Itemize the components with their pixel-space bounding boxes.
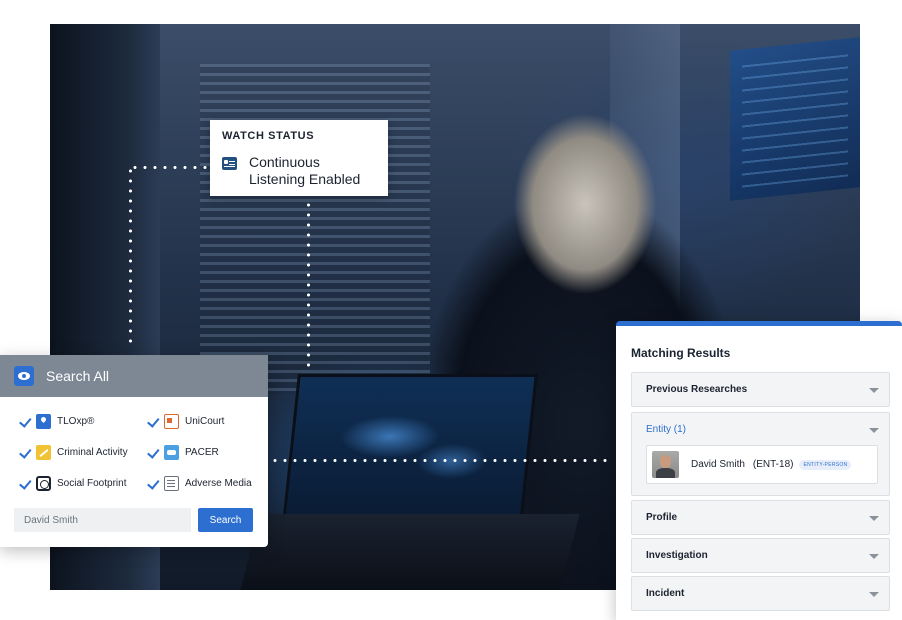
check-icon [146, 416, 159, 426]
accordion-incident[interactable]: Incident [631, 576, 890, 611]
source-label: UniCourt [185, 415, 225, 427]
watch-status-text: Continuous Listening Enabled [249, 154, 361, 187]
document-icon [164, 475, 179, 491]
accordion-label: Investigation [646, 550, 708, 561]
chevron-down-icon[interactable] [869, 592, 879, 597]
check-icon [146, 478, 159, 488]
accordion-label: Profile [646, 512, 678, 523]
connector-left-vertical [129, 166, 132, 348]
accordion-profile[interactable]: Profile [631, 500, 890, 535]
search-all-title: Search All [46, 368, 110, 384]
source-item-tloxp[interactable]: TLOxp® [18, 412, 94, 430]
map-pin-icon [36, 413, 51, 429]
source-item-social-footprint[interactable]: Social Footprint [18, 474, 126, 492]
source-item-unicourt[interactable]: UniCourt [146, 412, 224, 430]
source-label: TLOxp® [57, 415, 95, 427]
search-all-header: Search All [0, 355, 268, 397]
check-icon [18, 416, 31, 426]
source-label: Adverse Media [185, 477, 252, 489]
accordion-label: Previous Researches [646, 384, 748, 395]
connector-top-horizontal [130, 166, 208, 169]
accordion-investigation[interactable]: Investigation [631, 538, 890, 573]
accordion-entity[interactable]: Entity (1) David Smith (ENT-18) ENTITY-P… [631, 412, 890, 496]
entity-id: (ENT-18) [752, 459, 794, 470]
check-icon [18, 478, 31, 488]
background-keyboard [240, 514, 580, 590]
source-label: Social Footprint [57, 477, 127, 489]
matching-results-panel: Matching Results Previous Researches Ent… [616, 321, 902, 620]
id-card-icon [222, 157, 237, 170]
background-blinds [200, 64, 430, 394]
background-laptop-screen [282, 374, 538, 524]
watch-status-row: Continuous Listening Enabled [222, 154, 376, 188]
criminal-activity-icon [36, 444, 51, 460]
source-label: PACER [185, 446, 219, 458]
source-item-criminal-activity[interactable]: Criminal Activity [18, 443, 128, 461]
matching-results-title: Matching Results [631, 346, 731, 360]
check-icon [146, 447, 159, 457]
accordion-label: Entity (1) [646, 424, 687, 435]
background-wall-monitor [730, 37, 860, 201]
search-all-panel: Search All TLOxp® UniCourt Criminal Acti… [0, 355, 268, 547]
search-button[interactable]: Search [198, 508, 253, 532]
connector-center-horizontal [270, 459, 610, 462]
chevron-down-icon[interactable] [869, 428, 879, 433]
chevron-down-icon[interactable] [869, 554, 879, 559]
chevron-down-icon[interactable] [869, 516, 879, 521]
source-item-adverse-media[interactable]: Adverse Media [146, 474, 252, 492]
check-icon [18, 447, 31, 457]
fingerprint-icon [36, 475, 51, 491]
pacer-icon [164, 444, 179, 460]
entity-result-card[interactable]: David Smith (ENT-18) ENTITY-PERSON [646, 445, 878, 484]
watch-status-title: WATCH STATUS [222, 130, 315, 142]
entity-name: David Smith [691, 459, 745, 470]
chevron-down-icon[interactable] [869, 388, 879, 393]
avatar [652, 451, 679, 478]
search-input[interactable] [14, 508, 191, 532]
eye-icon [14, 366, 34, 386]
connector-center-vertical [307, 200, 310, 370]
unicourt-icon [164, 413, 179, 429]
accordion-previous-researches[interactable]: Previous Researches [631, 372, 890, 407]
watch-status-card: WATCH STATUS Continuous Listening Enable… [210, 120, 388, 196]
source-label: Criminal Activity [57, 446, 128, 458]
accordion-label: Incident [646, 588, 685, 599]
entity-type-badge: ENTITY-PERSON [799, 459, 852, 470]
source-item-pacer[interactable]: PACER [146, 443, 219, 461]
